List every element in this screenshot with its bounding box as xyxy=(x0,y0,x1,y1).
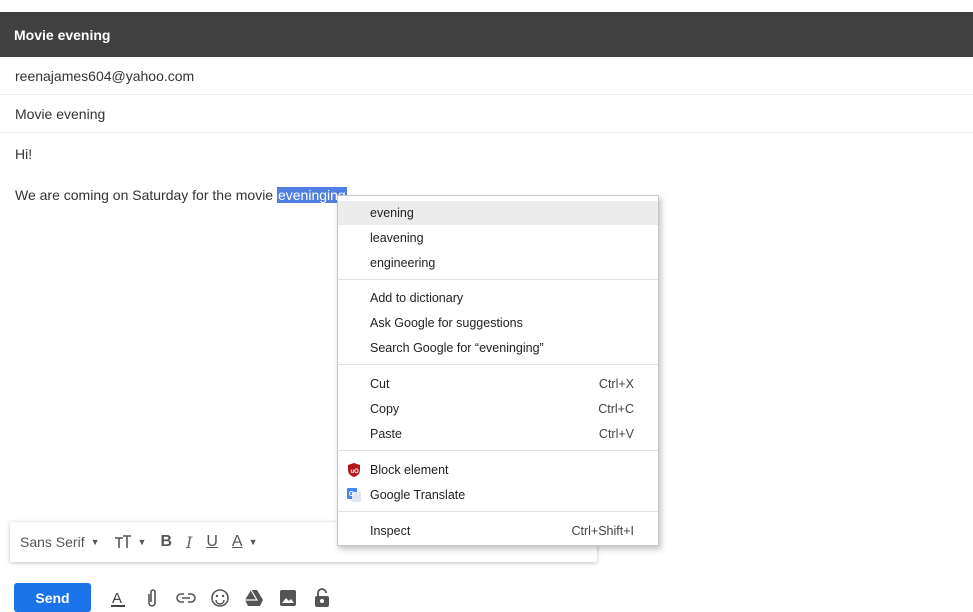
paste-item[interactable]: Paste Ctrl+V xyxy=(338,422,658,446)
font-size-button[interactable]: ▼ xyxy=(114,528,147,556)
text-size-icon xyxy=(114,535,131,548)
to-field[interactable]: reenajames604@yahoo.com xyxy=(0,57,973,95)
ublock-shield-icon: uO xyxy=(348,463,360,477)
bold-button[interactable]: B xyxy=(160,528,172,556)
suggestion-engineering[interactable]: engineering xyxy=(338,251,658,275)
emoji-icon[interactable] xyxy=(209,587,231,609)
insert-photo-icon[interactable] xyxy=(277,587,299,609)
inspect-shortcut: Ctrl+Shift+I xyxy=(571,524,634,538)
block-element-item[interactable]: uO Block element xyxy=(338,458,658,482)
insert-link-icon[interactable] xyxy=(175,587,197,609)
add-to-dictionary-item[interactable]: Add to dictionary xyxy=(338,286,658,310)
context-menu: evening leavening engineering Add to dic… xyxy=(337,195,659,546)
message-line[interactable]: We are coming on Saturday for the movie … xyxy=(15,187,347,203)
message-greeting[interactable]: Hi! xyxy=(15,146,32,162)
font-family-label: Sans Serif xyxy=(20,534,85,550)
send-toolbar: Send A xyxy=(14,583,333,612)
menu-divider xyxy=(338,511,658,512)
compose-title-bar[interactable]: Movie evening xyxy=(0,12,973,57)
search-google-item[interactable]: Search Google for “eveninging” xyxy=(338,336,658,360)
svg-text:G: G xyxy=(349,491,355,498)
menu-divider xyxy=(338,279,658,280)
google-drive-icon[interactable] xyxy=(243,587,265,609)
top-strip xyxy=(0,0,973,12)
send-button[interactable]: Send xyxy=(14,583,91,612)
subject-text: Movie evening xyxy=(15,105,106,122)
italic-button[interactable]: I xyxy=(186,528,192,556)
menu-divider xyxy=(338,364,658,365)
confidential-mode-icon[interactable] xyxy=(311,587,333,609)
svg-text:A: A xyxy=(112,590,122,607)
google-translate-icon: G xyxy=(347,488,361,502)
text-color-label: A xyxy=(231,533,243,550)
chevron-down-icon: ▼ xyxy=(248,537,258,547)
formatting-options-icon[interactable]: A xyxy=(107,587,129,609)
attach-file-icon[interactable] xyxy=(141,587,163,609)
svg-text:uO: uO xyxy=(351,469,360,475)
text-color-button[interactable]: A ▼ xyxy=(232,528,258,556)
underline-button[interactable]: U xyxy=(206,528,218,556)
inspect-item[interactable]: Inspect Ctrl+Shift+I xyxy=(338,519,658,543)
compose-title: Movie evening xyxy=(14,26,111,43)
copy-shortcut: Ctrl+C xyxy=(598,402,634,416)
suggestion-leavening[interactable]: leavening xyxy=(338,226,658,250)
message-line-text: We are coming on Saturday for the movie xyxy=(15,187,277,203)
font-family-select[interactable]: Sans Serif ▼ xyxy=(20,528,100,556)
subject-field[interactable]: Movie evening xyxy=(0,95,973,133)
google-translate-item[interactable]: G Google Translate xyxy=(338,483,658,507)
menu-divider xyxy=(338,450,658,451)
suggestion-evening[interactable]: evening xyxy=(338,201,658,225)
copy-item[interactable]: Copy Ctrl+C xyxy=(338,397,658,421)
paste-shortcut: Ctrl+V xyxy=(598,427,634,441)
chevron-down-icon: ▼ xyxy=(137,537,147,547)
cut-shortcut: Ctrl+X xyxy=(598,377,634,391)
cut-item[interactable]: Cut Ctrl+X xyxy=(338,372,658,396)
recipient-address: reenajames604@yahoo.com xyxy=(15,67,195,84)
ask-google-suggestions-item[interactable]: Ask Google for suggestions xyxy=(338,311,658,335)
chevron-down-icon: ▼ xyxy=(90,537,100,547)
